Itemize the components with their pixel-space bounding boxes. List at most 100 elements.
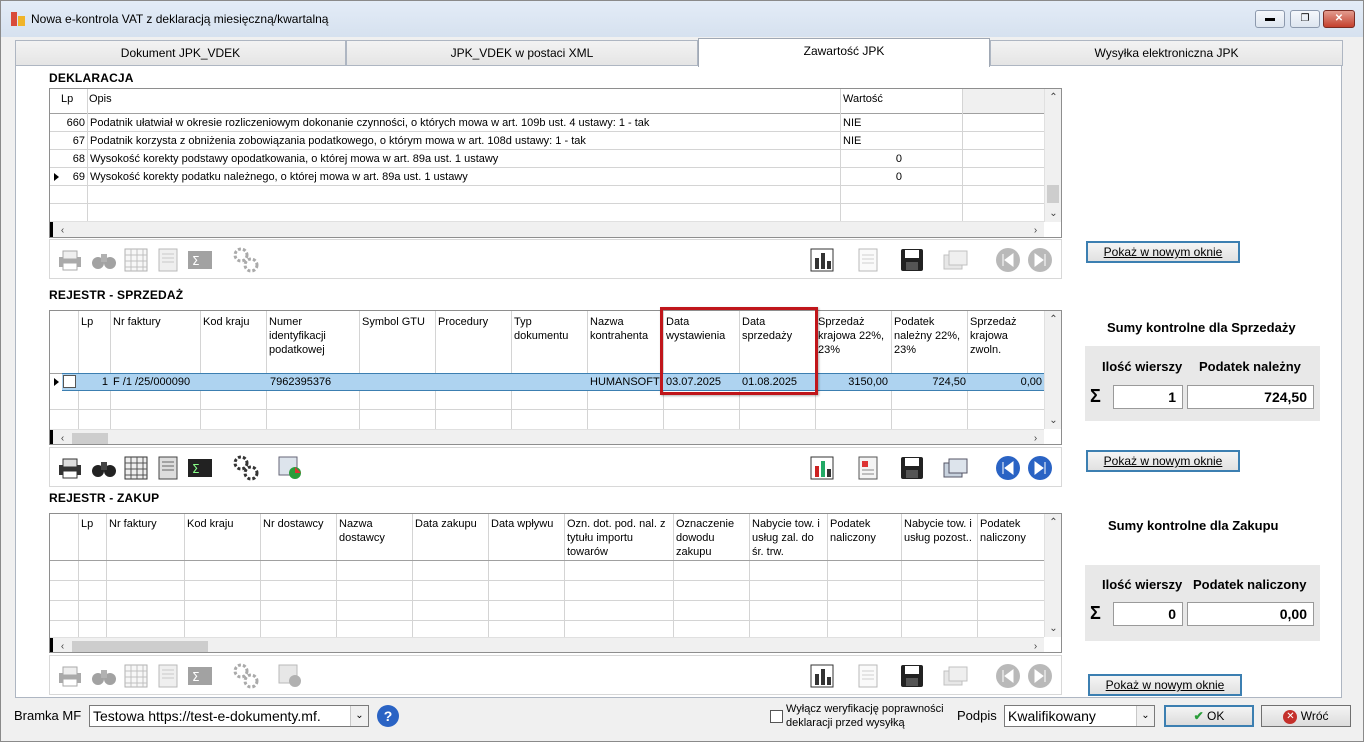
- scroll-up-icon[interactable]: ⌃: [1045, 89, 1061, 106]
- scroll-up-icon[interactable]: ⌃: [1045, 514, 1061, 531]
- sprzedaz-vscroll[interactable]: ⌃ ⌄: [1044, 311, 1061, 429]
- col-header-podatek-naliczony-1[interactable]: Podatek naliczony: [828, 515, 901, 547]
- col-header-lp[interactable]: Lp: [79, 515, 106, 533]
- col-header-data-wplywu[interactable]: Data wpływu: [489, 515, 564, 533]
- zakup-vscroll[interactable]: ⌃ ⌄: [1044, 514, 1061, 637]
- col-header-podatek-naliczony-2[interactable]: Podatek naliczony: [978, 515, 1044, 547]
- scroll-right-icon[interactable]: ›: [1027, 430, 1044, 444]
- gears-icon[interactable]: [232, 662, 260, 690]
- printer-icon[interactable]: [56, 454, 84, 482]
- col-header-sprzedaz-zwoln[interactable]: Sprzedaż krajowa zwoln.: [968, 313, 1044, 359]
- deklaracja-vscroll[interactable]: ⌃ ⌄: [1044, 89, 1061, 222]
- last-record-icon[interactable]: [1026, 662, 1054, 690]
- col-header-ozn-dowodu[interactable]: Oznaczenie dowodu zakupu: [674, 515, 749, 561]
- chart-icon[interactable]: [808, 662, 836, 690]
- grid-search-icon[interactable]: [122, 246, 150, 274]
- scroll-left-icon[interactable]: ‹: [54, 222, 71, 237]
- copy-icon[interactable]: [942, 246, 970, 274]
- bramka-select[interactable]: Testowa https://test-e-dokumenty.mf. ⌄: [89, 705, 369, 727]
- export-icon[interactable]: [276, 662, 304, 690]
- scroll-down-icon[interactable]: ⌄: [1045, 412, 1061, 429]
- col-header-podatek-22[interactable]: Podatek należny 22%, 23%: [892, 313, 967, 359]
- col-header-nr-faktury[interactable]: Nr faktury: [111, 313, 200, 331]
- binoculars-icon[interactable]: [90, 662, 118, 690]
- filter-icon[interactable]: [154, 246, 182, 274]
- col-header-ozn-dot[interactable]: Ozn. dot. pod. nal. z tytułu importu tow…: [565, 515, 673, 561]
- col-header-nazwa-dostawcy[interactable]: Nazwa dostawcy: [337, 515, 412, 547]
- sprzedaz-hscroll[interactable]: ‹ ›: [50, 429, 1044, 444]
- zakup-grid[interactable]: Lp Nr faktury Kod kraju Nr dostawcy Nazw…: [49, 513, 1062, 653]
- dek-row3-wartosc[interactable]: 0: [850, 151, 902, 167]
- copy-icon[interactable]: [942, 662, 970, 690]
- col-header-lp[interactable]: Lp: [79, 313, 110, 331]
- grid-search-icon[interactable]: [122, 454, 150, 482]
- col-header-symbol-gtu[interactable]: Symbol GTU: [360, 313, 435, 331]
- col-header-nabycie-pozost[interactable]: Nabycie tow. i usług pozost..: [902, 515, 977, 547]
- export-icon[interactable]: [276, 454, 304, 482]
- grid-search-icon[interactable]: [122, 662, 150, 690]
- scroll-thumb[interactable]: [72, 641, 208, 652]
- minimize-button[interactable]: ▬: [1255, 10, 1285, 28]
- document-icon[interactable]: [854, 454, 882, 482]
- show-new-window-button-2[interactable]: Pokaż w nowym oknie: [1086, 450, 1240, 472]
- scroll-left-icon[interactable]: ‹: [54, 638, 71, 652]
- col-header-nabycie-srodki[interactable]: Nabycie tow. i usług zal. do śr. trw.: [750, 515, 827, 561]
- scroll-down-icon[interactable]: ⌄: [1045, 205, 1061, 222]
- sum-icon[interactable]: Σ: [186, 246, 214, 274]
- copy-icon[interactable]: [942, 454, 970, 482]
- col-header-wartosc[interactable]: Wartość: [841, 90, 885, 108]
- sum-icon[interactable]: Σ: [186, 454, 214, 482]
- deklaracja-hscroll[interactable]: ‹ ›: [50, 221, 1044, 237]
- binoculars-icon[interactable]: [90, 246, 118, 274]
- document-icon[interactable]: [854, 246, 882, 274]
- scroll-left-icon[interactable]: ‹: [54, 430, 71, 444]
- document-icon[interactable]: [854, 662, 882, 690]
- chevron-down-icon[interactable]: ⌄: [350, 706, 368, 726]
- filter-icon[interactable]: [154, 454, 182, 482]
- col-header-lp[interactable]: Lp: [59, 90, 75, 108]
- first-record-icon[interactable]: [994, 246, 1022, 274]
- deklaracja-grid[interactable]: Lp Opis Wartość 660 Podatnik ułatwiał w …: [49, 88, 1062, 238]
- close-button[interactable]: ✕: [1323, 10, 1355, 28]
- printer-icon[interactable]: [56, 662, 84, 690]
- chevron-down-icon[interactable]: ⌄: [1136, 706, 1154, 726]
- first-record-icon[interactable]: [994, 662, 1022, 690]
- scroll-right-icon[interactable]: ›: [1027, 222, 1044, 237]
- sum-icon[interactable]: Σ: [186, 662, 214, 690]
- ok-button[interactable]: ✔ OK: [1164, 705, 1254, 727]
- save-icon[interactable]: [898, 662, 926, 690]
- col-header-typ-dokumentu[interactable]: Typ dokumentu: [512, 313, 587, 345]
- tab-wysylka[interactable]: Wysyłka elektroniczna JPK: [990, 40, 1343, 66]
- sprzedaz-grid[interactable]: Lp Nr faktury Kod kraju Numer identyfika…: [49, 310, 1062, 445]
- save-icon[interactable]: [898, 454, 926, 482]
- col-header-data-zakupu[interactable]: Data zakupu: [413, 515, 488, 533]
- podpis-select[interactable]: Kwalifikowany ⌄: [1004, 705, 1155, 727]
- row-checkbox[interactable]: [63, 375, 76, 388]
- show-new-window-button-3[interactable]: Pokaż w nowym oknie: [1088, 674, 1242, 696]
- printer-icon[interactable]: [56, 246, 84, 274]
- scroll-right-icon[interactable]: ›: [1027, 638, 1044, 652]
- verify-checkbox[interactable]: [770, 710, 783, 723]
- scroll-up-icon[interactable]: ⌃: [1045, 311, 1061, 328]
- zakup-hscroll[interactable]: ‹ ›: [50, 637, 1044, 652]
- tab-xml[interactable]: JPK_VDEK w postaci XML: [346, 40, 698, 66]
- scroll-thumb[interactable]: [72, 433, 108, 444]
- maximize-button[interactable]: ❐: [1290, 10, 1320, 28]
- gears-icon[interactable]: [232, 246, 260, 274]
- chart-icon[interactable]: [808, 246, 836, 274]
- binoculars-icon[interactable]: [90, 454, 118, 482]
- save-icon[interactable]: [898, 246, 926, 274]
- col-header-kod-kraju[interactable]: Kod kraju: [201, 313, 266, 331]
- tab-dokument[interactable]: Dokument JPK_VDEK: [15, 40, 346, 66]
- last-record-icon[interactable]: [1026, 454, 1054, 482]
- gears-icon[interactable]: [232, 454, 260, 482]
- tab-zawartosc[interactable]: Zawartość JPK: [698, 38, 990, 67]
- col-header-nr-faktury[interactable]: Nr faktury: [107, 515, 184, 533]
- scroll-thumb[interactable]: [1047, 185, 1059, 203]
- col-header-sprzedaz-22[interactable]: Sprzedaż krajowa 22%, 23%: [816, 313, 891, 359]
- col-header-opis[interactable]: Opis: [87, 90, 114, 108]
- show-new-window-button-1[interactable]: Pokaż w nowym oknie: [1086, 241, 1240, 263]
- col-header-nr-dostawcy[interactable]: Nr dostawcy: [261, 515, 336, 533]
- first-record-icon[interactable]: [994, 454, 1022, 482]
- dek-row4-wartosc[interactable]: 0: [850, 169, 902, 185]
